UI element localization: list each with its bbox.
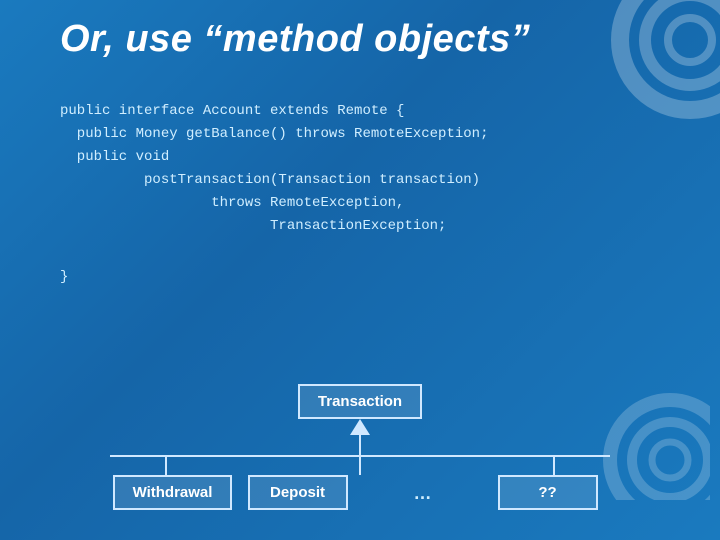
- uml-bottom-row: Withdrawal Deposit … ??: [110, 475, 610, 510]
- arrow-triangle: [350, 419, 370, 435]
- uml-item-withdrawal: Withdrawal: [110, 475, 235, 510]
- code-line-4: postTransaction(Transaction transaction): [60, 169, 660, 192]
- slide-title: Or, use “method objects”: [60, 18, 660, 61]
- slide-background: Or, use “method objects” public interfac…: [0, 0, 720, 540]
- code-line-blank: [60, 239, 660, 262]
- uml-item-question: ??: [485, 475, 610, 510]
- code-line-2: public Money getBalance() throws RemoteE…: [60, 123, 660, 146]
- uml-arrow-up: [350, 419, 370, 455]
- uml-line-drop-left: [165, 455, 167, 475]
- uml-horizontal-line: [110, 455, 610, 457]
- uml-box-transaction: Transaction: [298, 384, 422, 419]
- code-line-3: public void: [60, 146, 660, 169]
- uml-top-box-container: Transaction: [298, 384, 422, 419]
- uml-line-drop-right: [553, 455, 555, 475]
- code-line-5: throws RemoteException,: [60, 192, 660, 215]
- code-line-1: public interface Account extends Remote …: [60, 100, 660, 123]
- arrow-line-vertical: [359, 435, 361, 455]
- uml-item-ellipsis: …: [360, 475, 485, 504]
- code-line-6: TransactionException;: [60, 215, 660, 238]
- uml-box-withdrawal: Withdrawal: [113, 475, 233, 510]
- uml-item-deposit: Deposit: [235, 475, 360, 510]
- uml-line-drop-center: [359, 455, 361, 475]
- code-line-close: }: [60, 266, 660, 289]
- code-block: public interface Account extends Remote …: [60, 100, 660, 289]
- uml-ellipsis-label: …: [414, 475, 432, 504]
- uml-box-question: ??: [498, 475, 598, 510]
- uml-diagram: Transaction Withdrawal Deposit …: [60, 384, 660, 510]
- uml-box-deposit: Deposit: [248, 475, 348, 510]
